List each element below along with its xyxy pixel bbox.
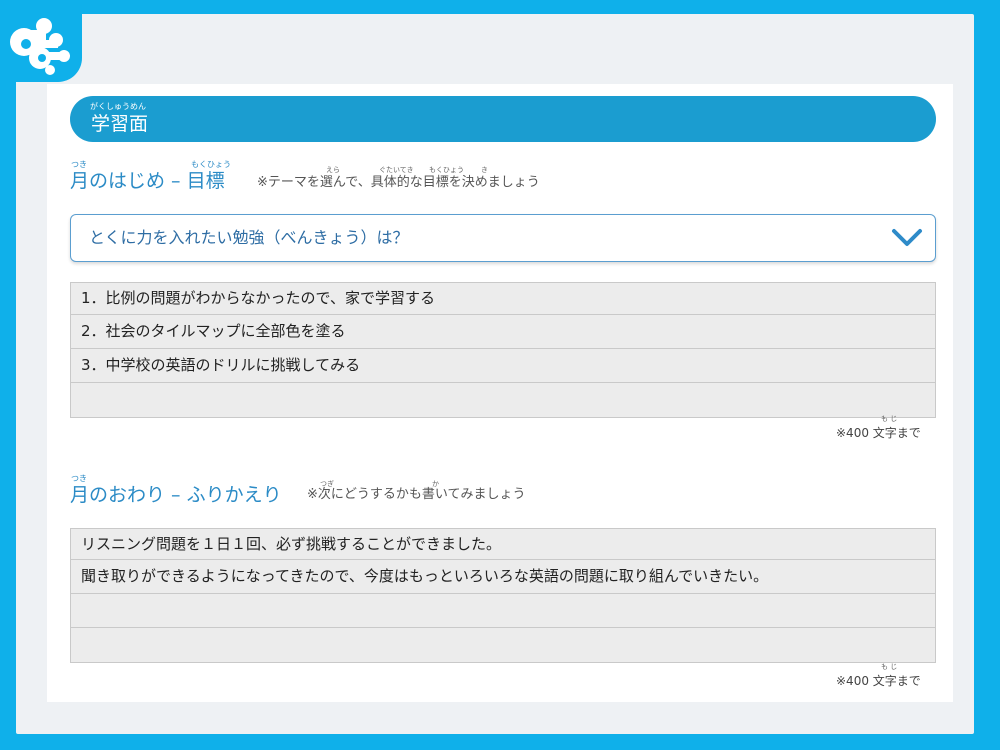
section-start-note: ※テーマを選んで、具体的な目標を決めましょう	[257, 175, 540, 190]
app-logo	[0, 0, 82, 82]
page-title-ruby: がくしゅうめん	[90, 102, 146, 111]
goal-text-area[interactable]: 1．比例の問題がわからなかったので、家で学習する 2．社会のタイルマップに全部色…	[70, 282, 936, 418]
goal-line: 1．比例の問題がわからなかったので、家で学習する	[71, 283, 935, 315]
reflection-line	[71, 594, 935, 628]
reflection-counter-ruby: も じ	[881, 663, 898, 671]
section-start-ruby-mokuhyou: もくひょう	[191, 160, 231, 169]
section-start-title: 月のはじめ – 目標	[70, 170, 225, 192]
dropdown-selected-label: とくに力を入れたい勉強（べんきょう）は？	[89, 228, 409, 247]
study-focus-dropdown[interactable]: とくに力を入れたい勉強（べんきょう）は？	[70, 214, 936, 262]
goal-counter-ruby: も じ	[881, 415, 898, 423]
note-ruby-mokuhyou: もくひょう	[429, 166, 464, 174]
reflection-char-limit: ※400 文字まで	[836, 674, 921, 688]
section-end-note: ※次にどうするかも書いてみましょう	[307, 487, 526, 502]
page-header-bar: がくしゅうめん 学習面	[70, 96, 936, 142]
section-end-title: 月のおわり – ふりかえり	[70, 484, 282, 506]
section-end-ruby-tsuki: つき	[71, 474, 87, 483]
note-ruby-gutaiteki: ぐたいてき	[379, 166, 414, 174]
chevron-down-icon	[892, 229, 922, 246]
goal-line: 2．社会のタイルマップに全部色を塗る	[71, 315, 935, 349]
page-title: 学習面	[91, 113, 149, 135]
goal-char-limit: ※400 文字まで	[836, 426, 921, 440]
reflection-text-area[interactable]: リスニング問題を１日１回、必ず挑戦することができました。 聞き取りができるように…	[70, 528, 936, 663]
goal-line	[71, 383, 935, 417]
section-start-ruby-tsuki: つき	[71, 160, 87, 169]
molecule-logo-icon	[10, 18, 70, 75]
reflection-line: リスニング問題を１日１回、必ず挑戦することができました。	[71, 529, 935, 560]
reflection-line: 聞き取りができるようになってきたので、今度はもっといろいろな英語の問題に取り組ん…	[71, 560, 935, 594]
note-ruby-kimeru: き	[481, 166, 488, 174]
note-ruby-erabu: えら	[326, 166, 340, 174]
reflection-line	[71, 628, 935, 662]
goal-line: 3．中学校の英語のドリルに挑戦してみる	[71, 349, 935, 383]
learning-page: がくしゅうめん 学習面 つき もくひょう 月のはじめ – 目標 えら ぐたいてき…	[47, 84, 953, 702]
